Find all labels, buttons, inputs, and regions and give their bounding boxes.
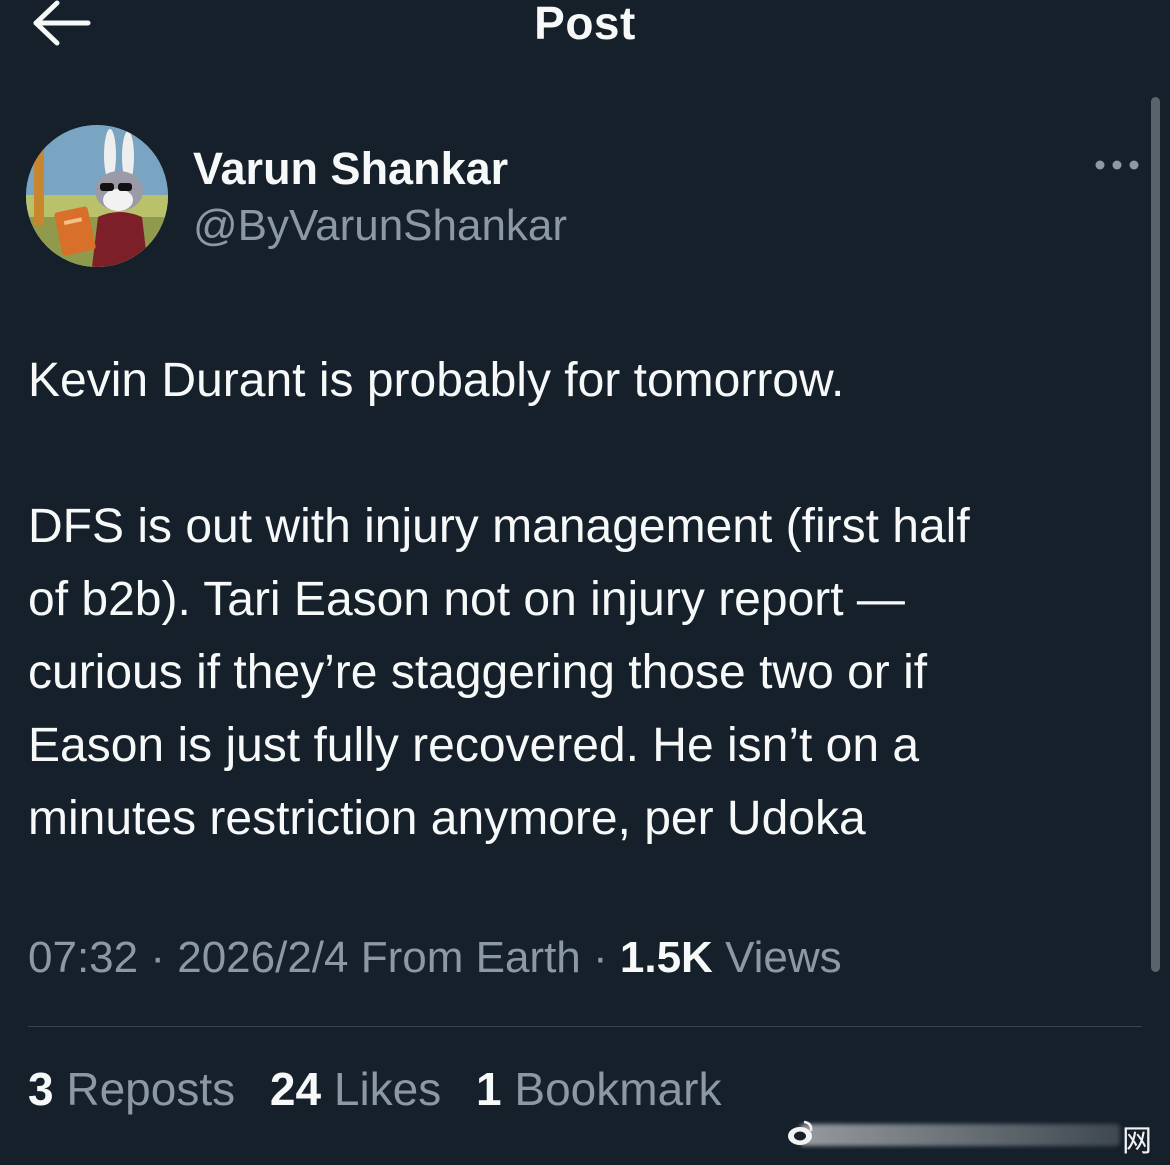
- top-bar: Post: [0, 0, 1170, 60]
- likes-count: 24: [269, 1063, 322, 1115]
- reposts-stat[interactable]: 3 Reposts: [28, 1062, 235, 1116]
- post-time[interactable]: 07:32: [28, 933, 138, 982]
- watermark-logo-icon: [788, 1120, 813, 1145]
- views-count: 1.5K: [619, 933, 713, 982]
- reposts-count: 3: [28, 1063, 54, 1115]
- tweet-text: Kevin Durant is probably for tomorrow. D…: [28, 344, 1128, 855]
- engagement-stats: 3 Reposts 24 Likes 1 Bookmark: [28, 1062, 743, 1116]
- tweet-line: minutes restriction anymore, per Udoka: [28, 792, 866, 845]
- tweet-line: Eason is just fully recovered. He isn’t …: [28, 719, 920, 772]
- tweet-line: DFS is out with injury management (first…: [28, 500, 970, 553]
- post-location: From Earth: [360, 933, 581, 982]
- divider: [28, 1026, 1142, 1027]
- bookmarks-stat[interactable]: 1 Bookmark: [476, 1062, 721, 1116]
- watermark-band: [800, 1124, 1120, 1146]
- page-title: Post: [534, 0, 636, 49]
- tweet-line: curious if they’re staggering those two …: [28, 646, 928, 699]
- watermark-text: 网: [1122, 1124, 1152, 1159]
- author-name[interactable]: Varun Shankar: [193, 143, 508, 195]
- tweet-line: Kevin Durant is probably for tomorrow.: [28, 354, 845, 407]
- likes-stat[interactable]: 24 Likes: [270, 1062, 441, 1116]
- bookmarks-count: 1: [476, 1063, 502, 1115]
- separator-dot: ·: [138, 933, 178, 982]
- post-date[interactable]: 2026/2/4: [177, 933, 348, 982]
- separator-dot: ·: [580, 933, 620, 982]
- author-handle[interactable]: @ByVarunShankar: [193, 201, 567, 251]
- more-horizontal-icon: [1095, 160, 1139, 170]
- views-label: Views: [725, 933, 842, 982]
- watermark: 网: [784, 1114, 1164, 1159]
- likes-label: Likes: [333, 1063, 442, 1115]
- more-options-button[interactable]: [1090, 150, 1144, 180]
- post-metadata: 07:32 · 2026/2/4 From Earth · 1.5K Views: [28, 933, 842, 983]
- reposts-label: Reposts: [66, 1063, 236, 1115]
- tweet-line: of b2b). Tari Eason not on injury report…: [28, 573, 905, 626]
- bookmarks-label: Bookmark: [514, 1063, 722, 1115]
- scrollbar[interactable]: [1151, 97, 1160, 972]
- cartoon-rabbit-avatar: [26, 125, 168, 267]
- avatar[interactable]: [26, 125, 168, 267]
